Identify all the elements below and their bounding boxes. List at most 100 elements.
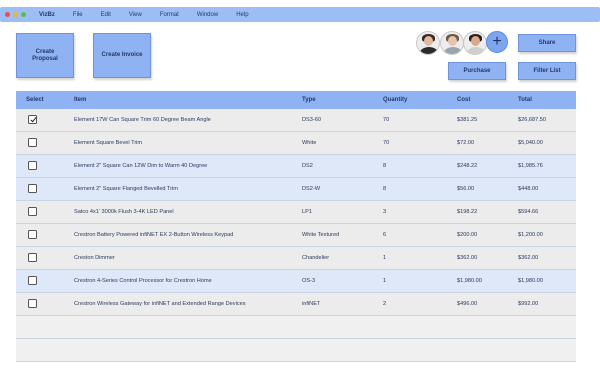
menu-window[interactable]: Window	[197, 12, 218, 18]
avatar-face	[471, 36, 480, 46]
collaborator-avatar[interactable]	[463, 31, 487, 55]
item-type: DS2	[302, 163, 313, 169]
item-name: Element Square Bevel Trim	[74, 140, 143, 146]
table-row[interactable]: Crestron Battery Powered infiNET EX 2-Bu…	[16, 224, 576, 247]
item-cost: $496.00	[457, 301, 478, 307]
item-cost: $200.00	[457, 232, 478, 238]
select-checkbox[interactable]	[28, 183, 37, 193]
purchase-button[interactable]: Purchase	[448, 62, 506, 80]
item-type: Chandelier	[302, 255, 330, 261]
item-total: $5,040.00	[518, 140, 543, 146]
item-quantity: 70	[383, 140, 390, 146]
select-checkbox[interactable]	[28, 275, 37, 285]
item-total: $992.00	[518, 301, 539, 307]
table-header: Select Item Type Quantity Cost Total	[16, 91, 576, 109]
item-quantity: 3	[383, 209, 387, 215]
item-name: Element 2" Square Flanged Bevelled Trim	[74, 186, 178, 192]
item-type: infiNET	[302, 301, 321, 307]
select-checkbox[interactable]	[28, 229, 37, 239]
select-checkbox[interactable]	[28, 298, 37, 308]
select-checkbox[interactable]	[28, 252, 37, 262]
table-row[interactable]: Element 2" Square Can 12W Dim to Warm 40…	[16, 155, 576, 178]
select-checkbox[interactable]	[28, 137, 37, 147]
avatar-face	[424, 36, 433, 46]
table-row[interactable]: Element Square Bevel Trim White 70 $72.0…	[16, 132, 576, 155]
item-type: DS3-60	[302, 117, 321, 123]
item-total: $448.00	[518, 186, 539, 192]
item-name: Crestron Wireless Gateway for infiNET an…	[74, 301, 246, 307]
select-checkbox[interactable]	[28, 160, 37, 170]
item-name: Element 2" Square Can 12W Dim to Warm 40…	[74, 163, 208, 169]
item-cost: $56.00	[457, 186, 475, 192]
item-type: OS-3	[302, 278, 316, 284]
item-type: LP1	[302, 209, 312, 215]
menu-edit[interactable]: Edit	[101, 12, 111, 18]
item-name: Crestron 4-Series Control Processor for …	[74, 278, 212, 284]
item-total: $362.00	[518, 255, 539, 261]
item-quantity: 1	[383, 255, 387, 261]
window-controls	[5, 12, 26, 17]
avatar-shirt	[467, 47, 485, 54]
item-name: Creston Dimmer	[74, 255, 115, 261]
column-header-total[interactable]: Total	[518, 97, 576, 103]
collaborator-avatar[interactable]	[440, 31, 464, 55]
item-cost: $72.00	[457, 140, 475, 146]
plus-icon: +	[492, 33, 502, 50]
avatar-shirt	[420, 47, 438, 54]
menu-bar: VizBz File Edit View Format Window Help	[0, 7, 600, 22]
item-total: $594.66	[518, 209, 539, 215]
close-window-icon[interactable]	[5, 12, 10, 17]
maximize-window-icon[interactable]	[21, 12, 26, 17]
column-header-type[interactable]: Type	[302, 97, 383, 103]
app-name: VizBz	[39, 11, 55, 18]
item-cost: $1,980.00	[457, 278, 482, 284]
item-total: $1,980.00	[518, 278, 543, 284]
item-quantity: 8	[383, 163, 387, 169]
menu-view[interactable]: View	[129, 12, 142, 18]
item-quantity: 8	[383, 186, 387, 192]
select-checkbox[interactable]	[28, 114, 37, 124]
item-quantity: 70	[383, 117, 390, 123]
item-cost: $381.25	[457, 117, 478, 123]
item-quantity: 1	[383, 278, 387, 284]
menu-file[interactable]: File	[73, 12, 83, 18]
item-total: $1,985.76	[518, 163, 543, 169]
add-collaborator-button[interactable]: +	[486, 31, 508, 53]
item-quantity: 6	[383, 232, 387, 238]
table-row[interactable]: Creston Dimmer Chandelier 1 $362.00 $362…	[16, 247, 576, 270]
table-row[interactable]: Satco 4x1' 3000k Flush 3-4K LED Panel LP…	[16, 201, 576, 224]
item-cost: $362.00	[457, 255, 478, 261]
filter-list-button[interactable]: Filter List	[518, 62, 576, 80]
empty-table-row	[16, 316, 576, 339]
collaborator-avatar[interactable]	[416, 31, 440, 55]
minimize-window-icon[interactable]	[13, 12, 18, 17]
item-total: $1,200.00	[518, 232, 543, 238]
item-type: White Textured	[302, 232, 340, 238]
create-invoice-button[interactable]: Create Invoice	[93, 33, 151, 78]
items-table: Select Item Type Quantity Cost Total Ele…	[16, 91, 576, 362]
table-row[interactable]: Element 2" Square Flanged Bevelled Trim …	[16, 178, 576, 201]
select-checkbox[interactable]	[28, 206, 37, 216]
item-quantity: 2	[383, 301, 387, 307]
column-header-item[interactable]: Item	[74, 97, 302, 103]
item-name: Satco 4x1' 3000k Flush 3-4K LED Panel	[74, 209, 174, 215]
column-header-cost[interactable]: Cost	[457, 97, 518, 103]
item-name: Element 17W Can Square Trim 60 Degree Be…	[74, 117, 211, 123]
item-type: White	[302, 140, 317, 146]
item-name: Crestron Battery Powered infiNET EX 2-Bu…	[74, 232, 234, 238]
menu-help[interactable]: Help	[236, 12, 248, 18]
avatar-shirt	[444, 47, 462, 54]
item-cost: $248.22	[457, 163, 478, 169]
empty-table-row	[16, 339, 576, 362]
table-row[interactable]: Crestron Wireless Gateway for infiNET an…	[16, 293, 576, 316]
share-button[interactable]: Share	[518, 34, 576, 52]
item-total: $26,687.50	[518, 117, 546, 123]
table-row[interactable]: Crestron 4-Series Control Processor for …	[16, 270, 576, 293]
item-cost: $198.22	[457, 209, 478, 215]
column-header-quantity[interactable]: Quantity	[383, 97, 457, 103]
table-row[interactable]: Element 17W Can Square Trim 60 Degree Be…	[16, 109, 576, 132]
menu-format[interactable]: Format	[160, 12, 179, 18]
column-header-select[interactable]: Select	[16, 97, 74, 103]
create-proposal-button[interactable]: Create Proposal	[16, 33, 74, 78]
item-type: DS2-W	[302, 186, 321, 192]
